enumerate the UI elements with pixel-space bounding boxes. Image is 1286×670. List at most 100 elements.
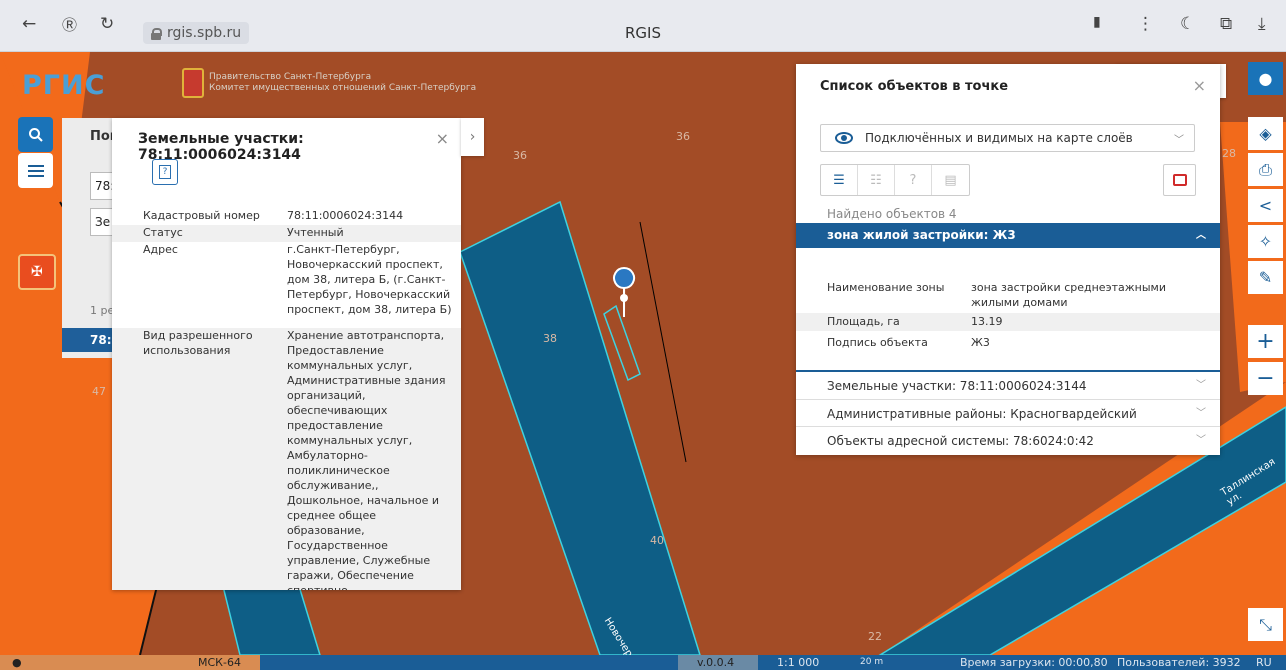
draw-area-icon: ✧: [1258, 232, 1273, 251]
minus-icon: −: [1256, 366, 1275, 391]
document-icon: ▤: [944, 172, 957, 188]
spb-emblem-icon: [182, 68, 204, 98]
user-icon: ●: [1258, 69, 1273, 88]
map-label: 47: [92, 385, 106, 398]
attribute-row: Статус Учтенный: [112, 225, 461, 242]
attribute-key: Адрес: [143, 243, 178, 256]
map-scale[interactable]: 1:1 000: [777, 655, 819, 670]
map-label: 28: [1222, 147, 1236, 160]
language-switch[interactable]: RU: [1256, 655, 1272, 670]
report-button[interactable]: [1163, 164, 1196, 196]
section-title: Объекты адресной системы: 78:6024:0:42: [827, 434, 1094, 448]
chevron-down-icon: ﹀: [1196, 408, 1206, 419]
section-parcels[interactable]: Земельные участки: 78:11:0006024:3144 ﹀: [796, 370, 1220, 399]
section-districts[interactable]: Административные районы: Красногвардейск…: [796, 399, 1220, 428]
zoom-out-button[interactable]: −: [1248, 362, 1283, 395]
gov-line-1: Правительство Санкт-Петербурга: [209, 72, 372, 82]
close-icon[interactable]: ×: [436, 129, 449, 148]
location-pin-icon[interactable]: ●: [12, 655, 22, 670]
parcel-popup: Земельные участки: 78:11:0006024:3144 × …: [112, 118, 461, 590]
layers-button[interactable]: ◈: [1248, 117, 1283, 150]
address-bar[interactable]: rgis.spb.ru: [143, 22, 250, 44]
help-icon: ?: [159, 165, 171, 179]
layer-filter-select[interactable]: Подключённых и видимых на карте слоёв ﹀: [820, 124, 1195, 152]
map-label: 36: [676, 130, 690, 143]
section-title: Административные районы: Красногвардейск…: [827, 407, 1137, 421]
rgis-logo[interactable]: РГИС: [22, 70, 105, 101]
attribute-value: зона застройки среднеэтажными жилыми дом…: [971, 281, 1166, 309]
draw-button[interactable]: ✧: [1248, 225, 1283, 258]
objects-panel-title: Список объектов в точке: [820, 79, 1009, 94]
print-icon: ⎙: [1259, 159, 1272, 179]
scale-bar: 20 m: [860, 657, 884, 667]
attribute-key: Кадастровый номер: [143, 209, 260, 222]
map-label: 40: [650, 534, 664, 547]
road-novocherkassky: [459, 200, 701, 655]
flag-icon: ✠: [31, 264, 43, 280]
info-button[interactable]: ?: [152, 159, 178, 185]
objects-at-point-panel: Список объектов в точке × Подключённых и…: [796, 64, 1220, 455]
attribute-row: Адрес г.Санкт-Петербург, Новочеркасский …: [112, 242, 461, 328]
layers-icon: ◈: [1259, 124, 1272, 143]
browser-toolbar: ← Ⓡ ↻ rgis.spb.ru RGIS ▮ ⋮ ☾ ⧉ ⤓: [0, 0, 1286, 52]
attribute-value: 78:11:0006024:3144: [287, 209, 404, 222]
share-button[interactable]: <: [1248, 189, 1283, 222]
menu-button[interactable]: [18, 153, 53, 188]
attribute-row: Вид разрешенного использования Хранение …: [112, 328, 461, 590]
section-title: Земельные участки: 78:11:0006024:3144: [827, 379, 1087, 393]
measure-button[interactable]: ✎: [1248, 261, 1283, 294]
expand-popup-button[interactable]: ›: [461, 118, 484, 156]
bookmark-icon[interactable]: ▮: [1093, 14, 1101, 30]
government-caption: Правительство Санкт-Петербурга Комитет и…: [209, 72, 476, 94]
zone-attribute-row: Площадь, га 13.19: [796, 313, 1220, 331]
attribute-value: Ж3: [971, 336, 990, 349]
search-button[interactable]: [18, 117, 53, 152]
attribute-key: Статус: [143, 226, 183, 239]
doc-view-button[interactable]: ▤: [932, 165, 969, 195]
yandex-icon[interactable]: Ⓡ: [62, 14, 77, 35]
info-view-button[interactable]: ?: [895, 165, 932, 195]
attribute-value: Хранение автотранспорта, Предоставление …: [287, 329, 446, 590]
user-count: Пользователей: 3932: [1117, 656, 1241, 669]
fullscreen-button[interactable]: ⤡: [1248, 608, 1283, 641]
zoom-in-button[interactable]: +: [1248, 325, 1283, 358]
map-label: 38: [543, 332, 557, 345]
back-icon[interactable]: ←: [22, 14, 36, 34]
report-icon: [1172, 174, 1187, 186]
parcel-popup-title: Земельные участки: 78:11:0006024:3144: [138, 131, 304, 163]
table-view-button[interactable]: ☷: [858, 165, 895, 195]
lock-icon: [151, 27, 162, 40]
search-results-count: 1 ре: [90, 304, 115, 317]
crs-select[interactable]: МСК-64: [198, 655, 241, 670]
map-label: 22: [868, 630, 882, 643]
gov-line-2: Комитет имущественных отношений Санкт-Пе…: [209, 83, 477, 93]
extension-icon[interactable]: ⧉: [1220, 14, 1232, 34]
user-button[interactable]: ●: [1248, 62, 1283, 95]
spb-flag-button[interactable]: ✠: [18, 254, 56, 290]
fullscreen-icon: ⤡: [1259, 614, 1272, 634]
view-mode-group: ☰ ☷ ? ▤: [820, 164, 970, 196]
plus-icon: +: [1256, 329, 1275, 354]
print-button[interactable]: ⎙: [1248, 153, 1283, 186]
found-count: Найдено объектов 4: [827, 207, 957, 221]
attribute-row: Кадастровый номер 78:11:0006024:3144: [112, 208, 461, 225]
layer-filter-value: Подключённых и видимых на карте слоёв: [865, 131, 1133, 145]
zone-attribute-row: Подпись объекта Ж3: [796, 334, 1220, 352]
reload-icon[interactable]: ↻: [100, 14, 114, 34]
attribute-key: Подпись объекта: [827, 336, 928, 349]
url-text: rgis.spb.ru: [167, 25, 242, 41]
load-time: Время загрузки: 00:00,80: [960, 656, 1108, 669]
more-icon[interactable]: ⋮: [1137, 14, 1154, 34]
attribute-value: г.Санкт-Петербург, Новочеркасский проспе…: [287, 243, 452, 316]
attribute-key: Вид разрешенного использования: [143, 329, 253, 357]
help-icon: ?: [909, 172, 917, 188]
attribute-value: Учтенный: [287, 226, 344, 239]
attribute-value: 13.19: [971, 315, 1003, 328]
close-icon[interactable]: ×: [1193, 76, 1206, 95]
alice-icon[interactable]: ☾: [1180, 14, 1195, 34]
section-header-zone[interactable]: зона жилой застройки: Ж3 ︿: [796, 223, 1220, 248]
download-icon[interactable]: ⤓: [1258, 14, 1266, 34]
list-icon: ☰: [833, 172, 845, 188]
list-view-button[interactable]: ☰: [821, 165, 858, 195]
section-addresses[interactable]: Объекты адресной системы: 78:6024:0:42 ﹀: [796, 426, 1220, 455]
